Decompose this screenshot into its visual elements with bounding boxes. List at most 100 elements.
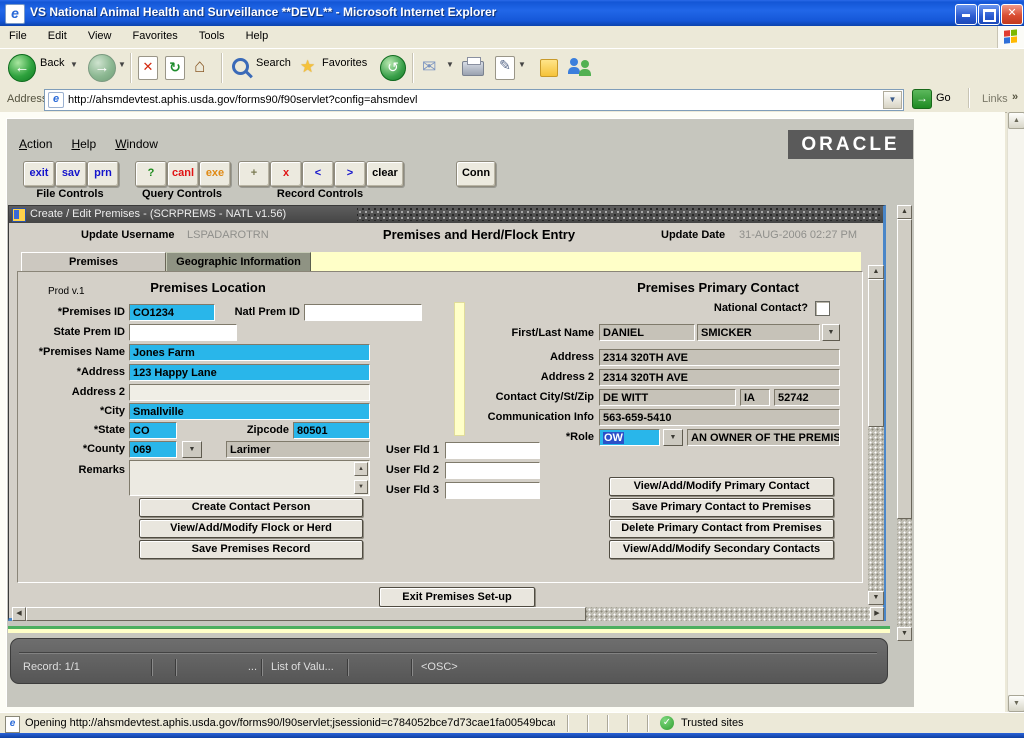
- delete-primary-contact-button[interactable]: Delete Primary Contact from Premises: [609, 519, 834, 538]
- menu-favorites[interactable]: Favorites: [124, 26, 187, 48]
- applet-vscroll-down-icon[interactable]: ▼: [897, 627, 912, 641]
- create-contact-person-button[interactable]: Create Contact Person: [139, 498, 363, 517]
- form-hscroll-right-icon[interactable]: ▶: [870, 607, 884, 621]
- status-separator: [411, 659, 413, 676]
- query-cancel-button[interactable]: canl: [167, 161, 199, 187]
- titlebar: e VS National Animal Health and Surveill…: [0, 0, 1024, 26]
- print-icon[interactable]: [462, 61, 484, 76]
- search-icon[interactable]: [232, 58, 249, 75]
- address-input[interactable]: e http://ahsmdevtest.aphis.usda.gov/form…: [44, 89, 904, 111]
- exit-button[interactable]: exit: [23, 161, 55, 187]
- stop-icon[interactable]: ✕: [138, 56, 158, 80]
- view-add-modify-primary-contact-button[interactable]: View/Add/Modify Primary Contact: [609, 477, 834, 496]
- role-code-field[interactable]: OW: [599, 429, 660, 446]
- state-field[interactable]: CO: [129, 422, 177, 439]
- back-label[interactable]: Back: [40, 49, 64, 69]
- save-button[interactable]: sav: [55, 161, 87, 187]
- contact-address2-field[interactable]: 2314 320TH AVE: [599, 369, 840, 386]
- county-code-field[interactable]: 069: [129, 441, 177, 458]
- contact-zip-field[interactable]: 52742: [774, 389, 840, 406]
- record-next-button[interactable]: >: [334, 161, 366, 187]
- forward-icon[interactable]: →: [88, 54, 116, 82]
- tab-geographic-information[interactable]: Geographic Information: [166, 252, 311, 272]
- address2-field[interactable]: [129, 384, 370, 401]
- last-name-field[interactable]: SMICKER: [697, 324, 820, 341]
- user-fld-1-field[interactable]: [445, 442, 540, 459]
- view-add-modify-flock-button[interactable]: View/Add/Modify Flock or Herd: [139, 519, 363, 538]
- save-premises-record-button[interactable]: Save Premises Record: [139, 540, 363, 559]
- applet-vscrollbar-thumb[interactable]: [897, 219, 912, 519]
- contact-address-field[interactable]: 2314 320TH AVE: [599, 349, 840, 366]
- view-add-modify-secondary-contacts-button[interactable]: View/Add/Modify Secondary Contacts: [609, 540, 834, 559]
- page-scroll-down-icon[interactable]: ▼: [1008, 695, 1024, 712]
- applet-menu-action[interactable]: Action: [19, 137, 52, 151]
- user-fld-2-field[interactable]: [445, 462, 540, 479]
- page-scrollbar[interactable]: ▲ ▼: [1007, 112, 1024, 712]
- city-field[interactable]: Smallville: [129, 403, 370, 420]
- state-prem-id-field[interactable]: [129, 324, 237, 341]
- back-icon[interactable]: ←: [8, 54, 36, 82]
- home-icon[interactable]: ⌂: [194, 56, 205, 78]
- menu-tools[interactable]: Tools: [190, 26, 234, 48]
- messenger-icon[interactable]: [568, 57, 594, 79]
- conn-button[interactable]: Conn: [456, 161, 496, 187]
- search-label[interactable]: Search: [256, 49, 291, 69]
- premises-name-field[interactable]: Jones Farm: [129, 344, 370, 361]
- menu-view[interactable]: View: [79, 26, 121, 48]
- print-form-button[interactable]: prn: [87, 161, 119, 187]
- notes-icon[interactable]: [540, 59, 558, 77]
- restore-button[interactable]: [978, 4, 1000, 25]
- query-execute-button[interactable]: exe: [199, 161, 231, 187]
- menu-file[interactable]: File: [0, 26, 36, 48]
- links-label[interactable]: Links: [982, 93, 1008, 105]
- applet-vscroll-up-icon[interactable]: ▲: [897, 205, 912, 219]
- exit-premises-setup-button[interactable]: Exit Premises Set-up: [379, 587, 535, 607]
- zipcode-field[interactable]: 80501: [293, 422, 370, 439]
- menu-edit[interactable]: Edit: [39, 26, 76, 48]
- county-dropdown-icon[interactable]: ▼: [182, 441, 202, 458]
- national-contact-checkbox[interactable]: [815, 301, 830, 316]
- record-add-button[interactable]: +: [238, 161, 270, 187]
- applet-menu-window[interactable]: Window: [115, 137, 158, 151]
- mail-dropdown-icon[interactable]: ▼: [446, 49, 454, 69]
- menu-help[interactable]: Help: [237, 26, 278, 48]
- contact-state-field[interactable]: IA: [740, 389, 770, 406]
- query-help-button[interactable]: ?: [135, 161, 167, 187]
- communication-info-field[interactable]: 563-659-5410: [599, 409, 840, 426]
- go-button[interactable]: → Go: [912, 89, 958, 109]
- first-name-field[interactable]: DANIEL: [599, 324, 695, 341]
- natl-prem-id-field[interactable]: [304, 304, 422, 321]
- role-dropdown-icon[interactable]: ▼: [663, 429, 683, 446]
- edit-icon[interactable]: ✎: [495, 56, 515, 80]
- remarks-textarea[interactable]: ▲ ▼: [129, 460, 370, 496]
- forward-dropdown-icon[interactable]: ▼: [118, 49, 126, 69]
- refresh-icon[interactable]: ↻: [165, 56, 185, 80]
- user-fld-3-field[interactable]: [445, 482, 540, 499]
- favorites-label[interactable]: Favorites: [322, 49, 367, 69]
- edit-dropdown-icon[interactable]: ▼: [518, 49, 526, 69]
- page-scroll-up-icon[interactable]: ▲: [1008, 112, 1024, 129]
- record-delete-button[interactable]: x: [270, 161, 302, 187]
- form-vscroll-down-icon[interactable]: ▼: [868, 591, 884, 605]
- close-button[interactable]: ✕: [1001, 4, 1023, 25]
- minimize-button[interactable]: [955, 4, 977, 25]
- save-primary-contact-button[interactable]: Save Primary Contact to Premises: [609, 498, 834, 517]
- address-url[interactable]: http://ahsmdevtest.aphis.usda.gov/forms9…: [68, 94, 417, 106]
- address-dropdown-icon[interactable]: ▼: [883, 91, 902, 109]
- record-previous-button[interactable]: <: [302, 161, 334, 187]
- form-vscrollbar-thumb[interactable]: [868, 279, 884, 427]
- form-hscrollbar-thumb[interactable]: [26, 607, 586, 621]
- form-vscroll-up-icon[interactable]: ▲: [868, 265, 884, 279]
- address-field[interactable]: 123 Happy Lane: [129, 364, 370, 381]
- mail-icon[interactable]: ✉: [422, 57, 436, 77]
- name-dropdown-icon[interactable]: ▼: [822, 324, 840, 341]
- history-icon[interactable]: ↺: [380, 55, 406, 81]
- form-hscroll-left-icon[interactable]: ◀: [12, 607, 26, 621]
- favorites-icon[interactable]: ★: [300, 57, 315, 77]
- tab-premises[interactable]: Premises: [21, 252, 166, 272]
- applet-menu-help[interactable]: Help: [71, 137, 96, 151]
- contact-city-field[interactable]: DE WITT: [599, 389, 736, 406]
- back-dropdown-icon[interactable]: ▼: [70, 49, 78, 69]
- links-chevron-icon[interactable]: »: [1012, 91, 1018, 103]
- record-clear-button[interactable]: clear: [366, 161, 404, 187]
